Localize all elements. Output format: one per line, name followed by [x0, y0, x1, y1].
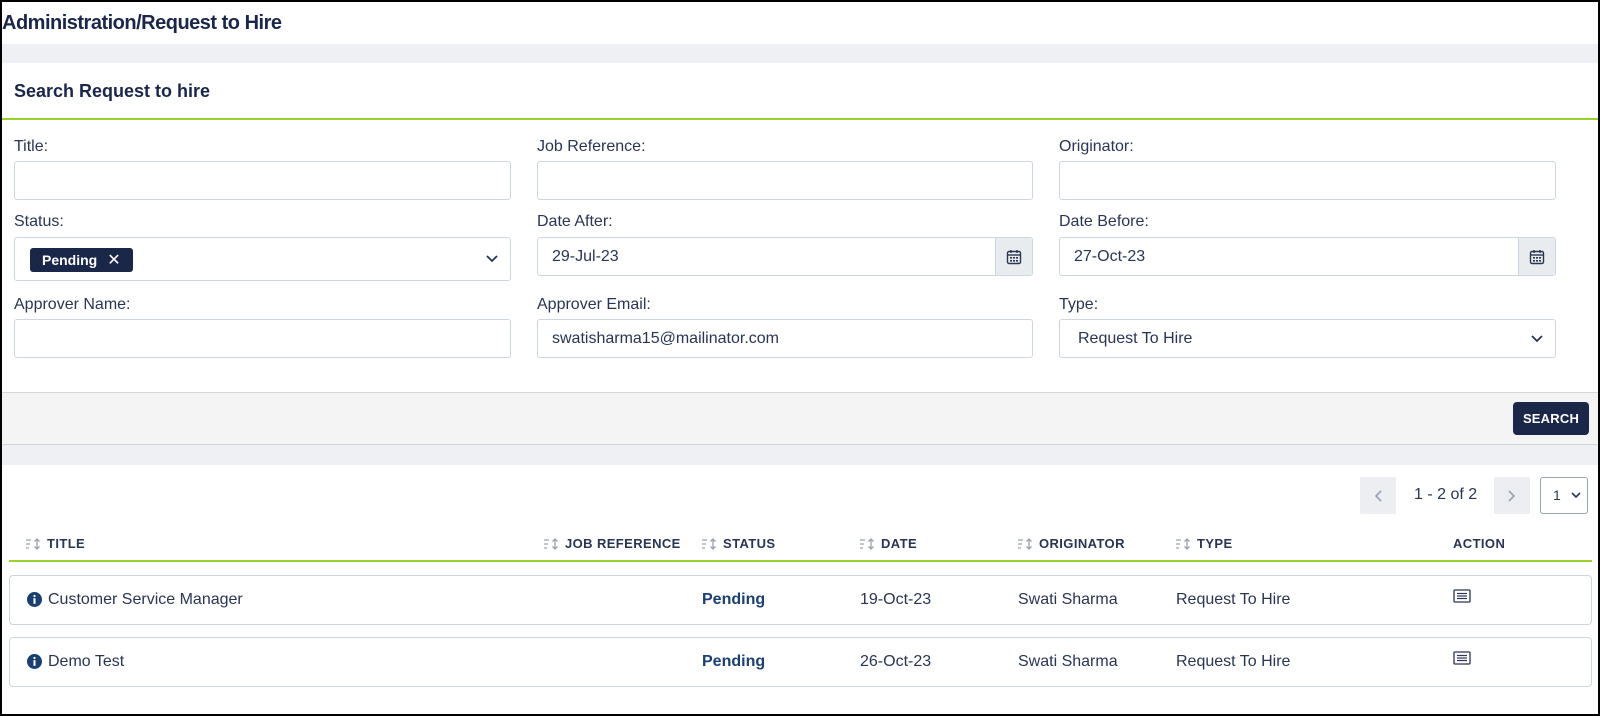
row-status: Pending: [702, 591, 766, 608]
info-icon[interactable]: [27, 592, 42, 607]
date-before-field[interactable]: 27-Oct-23: [1059, 237, 1556, 276]
column-header-status-label: STATUS: [723, 536, 776, 551]
search-panel-heading: Search Request to hire: [14, 81, 211, 101]
date-after-field[interactable]: 29-Jul-23: [537, 237, 1033, 276]
approver-email-input[interactable]: [537, 319, 1033, 358]
table-header-divider: [9, 560, 1592, 562]
date-after-value: 29-Jul-23: [552, 248, 619, 265]
row-originator: Swati Sharma: [1018, 653, 1118, 670]
type-label: Type:: [1059, 296, 1099, 313]
sort-icon: [860, 537, 874, 550]
date-before-value: 27-Oct-23: [1074, 248, 1146, 265]
app-frame: Administration/Request to Hire Search Re…: [0, 0, 1600, 716]
date-before-calendar-button[interactable]: [1518, 238, 1555, 275]
column-header-job-reference-label: JOB REFERENCE: [565, 536, 681, 551]
job-reference-label: Job Reference:: [537, 138, 646, 155]
column-header-title-label: TITLE: [47, 536, 86, 551]
date-after-calendar-button[interactable]: [995, 238, 1032, 275]
column-header-status[interactable]: STATUS: [701, 536, 775, 551]
row-originator: Swati Sharma: [1018, 591, 1118, 608]
details-icon[interactable]: [1453, 589, 1471, 603]
row-title: Demo Test: [48, 653, 125, 670]
title-input[interactable]: [14, 161, 511, 200]
search-action-bar: SEARCH: [2, 392, 1598, 445]
row-type: Request To Hire: [1176, 591, 1291, 608]
column-header-action: ACTION: [1453, 536, 1505, 551]
column-header-originator-label: ORIGINATOR: [1039, 536, 1125, 551]
column-header-originator[interactable]: ORIGINATOR: [1017, 536, 1125, 551]
page-number-value: 1: [1553, 487, 1561, 503]
column-header-title[interactable]: TITLE: [25, 536, 85, 551]
date-before-label: Date Before:: [1059, 213, 1149, 230]
title-label: Title:: [14, 138, 49, 155]
type-select-value: Request To Hire: [1078, 330, 1193, 347]
page-title: Administration/Request to Hire: [2, 12, 282, 34]
date-after-label: Date After:: [537, 213, 613, 230]
sort-icon: [26, 537, 40, 550]
job-reference-input[interactable]: [537, 161, 1033, 200]
row-type: Request To Hire: [1176, 653, 1291, 670]
sort-icon: [544, 537, 558, 550]
status-multiselect[interactable]: Pending ✕: [14, 237, 511, 281]
type-select[interactable]: Request To Hire: [1059, 319, 1556, 358]
results-divider-band: [2, 445, 1598, 465]
column-header-date-label: DATE: [881, 536, 918, 551]
remove-icon[interactable]: ✕: [107, 250, 120, 270]
chevron-left-icon: [1374, 489, 1382, 502]
pagination-range: 1 - 2 of 2: [1414, 486, 1478, 503]
status-chip-label: Pending: [42, 252, 98, 268]
calendar-icon: [1529, 249, 1545, 264]
originator-input[interactable]: [1059, 161, 1556, 200]
approver-email-label: Approver Email:: [537, 296, 651, 313]
chevron-down-icon: [1571, 492, 1581, 499]
approver-name-input[interactable]: [14, 319, 511, 358]
search-panel-header: Search Request to hire: [2, 63, 1598, 120]
column-header-action-label: ACTION: [1453, 536, 1506, 551]
sort-icon: [702, 537, 716, 550]
top-divider-band: [2, 44, 1598, 63]
status-label: Status:: [14, 213, 64, 230]
page-number-select[interactable]: 1: [1540, 477, 1588, 514]
table-row: Customer Service Manager Pending 19-Oct-…: [9, 575, 1592, 625]
column-header-date[interactable]: DATE: [859, 536, 917, 551]
row-title: Customer Service Manager: [48, 591, 243, 608]
prev-page-button[interactable]: [1360, 477, 1396, 514]
row-date: 26-Oct-23: [860, 653, 932, 670]
sort-icon: [1018, 537, 1032, 550]
chevron-right-icon: [1508, 489, 1516, 502]
chevron-down-icon: [486, 255, 498, 263]
info-icon[interactable]: [27, 654, 42, 669]
next-page-button[interactable]: [1494, 477, 1530, 514]
search-button[interactable]: SEARCH: [1513, 402, 1589, 435]
approver-name-label: Approver Name:: [14, 296, 131, 313]
column-header-type[interactable]: TYPE: [1175, 536, 1233, 551]
chevron-down-icon: [1531, 334, 1543, 342]
table-row: Demo Test Pending 26-Oct-23 Swati Sharma…: [9, 637, 1592, 687]
sort-icon: [1176, 537, 1190, 550]
calendar-icon: [1006, 249, 1022, 264]
originator-label: Originator:: [1059, 138, 1134, 155]
row-status: Pending: [702, 653, 766, 670]
column-header-job-reference[interactable]: JOB REFERENCE: [543, 536, 681, 551]
status-chip-pending: Pending ✕: [30, 248, 133, 272]
details-icon[interactable]: [1453, 651, 1471, 665]
column-header-type-label: TYPE: [1197, 536, 1233, 551]
row-date: 19-Oct-23: [860, 591, 932, 608]
